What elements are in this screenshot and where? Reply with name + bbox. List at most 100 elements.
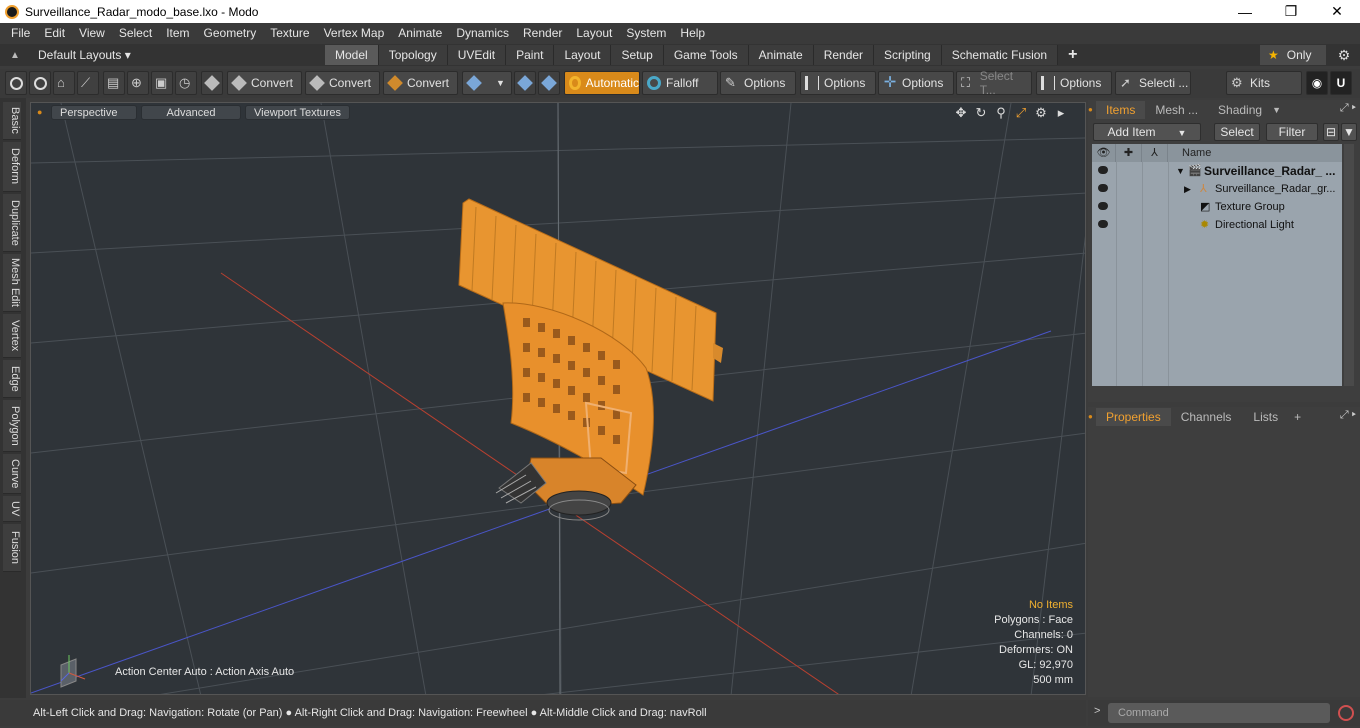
- select-through-button[interactable]: ⛶ Select T...: [956, 69, 1032, 97]
- edges-button[interactable]: ▣: [151, 71, 173, 95]
- unity-button[interactable]: ◉: [1306, 71, 1328, 95]
- falloff-button[interactable]: Falloff: [642, 71, 718, 95]
- kits-button[interactable]: ⚙ Kits: [1226, 71, 1302, 95]
- add-tab-button[interactable]: +: [1058, 45, 1087, 65]
- tab-game-tools[interactable]: Game Tools: [663, 45, 749, 65]
- menu-edit[interactable]: Edit: [37, 23, 72, 44]
- tab-properties[interactable]: Properties: [1096, 408, 1171, 426]
- tab-paint[interactable]: Paint: [506, 45, 555, 65]
- add-item-button[interactable]: Add Item ▼: [1093, 123, 1201, 141]
- tab-items[interactable]: Items: [1096, 101, 1146, 119]
- lock-column-icon[interactable]: ✚: [1116, 144, 1142, 162]
- only-toggle[interactable]: ★ Only: [1260, 45, 1326, 65]
- symmetry-2-button[interactable]: [538, 71, 560, 95]
- funnel-icon[interactable]: ▼: [1341, 123, 1357, 141]
- radar-model[interactable]: [458, 198, 723, 521]
- center-button[interactable]: ◷: [175, 71, 197, 95]
- select-vertices-button[interactable]: [5, 71, 27, 95]
- eye-icon[interactable]: [1098, 220, 1108, 228]
- menu-render[interactable]: Render: [516, 23, 569, 44]
- sidetab-duplicate[interactable]: Duplicate: [3, 194, 21, 252]
- default-layouts-dropdown[interactable]: Default Layouts ▾: [38, 48, 323, 62]
- tab-shading[interactable]: Shading: [1208, 101, 1272, 119]
- gear-icon[interactable]: ⚙: [1334, 45, 1354, 65]
- tree-row-mesh-group[interactable]: ▶ ⅄ Surveillance_Radar_gr...: [1092, 180, 1342, 198]
- unreal-button[interactable]: U: [1330, 71, 1352, 95]
- maximize-icon[interactable]: ⤢: [1011, 105, 1031, 121]
- expand-arrow-icon[interactable]: ▼: [1176, 162, 1185, 180]
- eye-icon[interactable]: [1098, 202, 1108, 210]
- viewport-canvas[interactable]: [31, 103, 1086, 695]
- options-button-4[interactable]: Options: [1036, 71, 1112, 95]
- tab-scripting[interactable]: Scripting: [874, 45, 942, 65]
- sidetab-edge[interactable]: Edge: [3, 360, 21, 398]
- tab-mesh[interactable]: Mesh ...: [1145, 101, 1208, 119]
- sidetab-uv[interactable]: UV: [3, 496, 21, 522]
- move-icon[interactable]: ✥: [951, 105, 971, 121]
- chevron-right-icon[interactable]: ▸: [1051, 105, 1071, 121]
- select-edges-button[interactable]: [29, 71, 51, 95]
- tab-channels[interactable]: Channels: [1171, 408, 1242, 426]
- tab-schematic-fusion[interactable]: Schematic Fusion: [941, 45, 1059, 65]
- zoom-icon[interactable]: ⚲: [991, 105, 1011, 121]
- select-polygons-button[interactable]: ⌂: [53, 71, 75, 95]
- sidetab-basic[interactable]: Basic: [3, 102, 21, 140]
- close-button[interactable]: ✕: [1314, 0, 1360, 23]
- command-input[interactable]: Command: [1108, 703, 1330, 723]
- shield-button[interactable]: [201, 71, 223, 95]
- expand-arrow-icon[interactable]: ▶: [1184, 180, 1191, 198]
- minimize-button[interactable]: —: [1222, 0, 1268, 23]
- panel-expand-icon[interactable]: ⤢ ▸: [1340, 409, 1356, 422]
- name-column[interactable]: Name: [1168, 144, 1342, 162]
- convert-button-2[interactable]: Convert: [305, 71, 380, 95]
- eye-icon[interactable]: [1098, 166, 1108, 174]
- tree-row-texture-group[interactable]: ◩ Texture Group: [1092, 198, 1342, 216]
- menu-system[interactable]: System: [619, 23, 673, 44]
- menu-dynamics[interactable]: Dynamics: [449, 23, 516, 44]
- menu-layout[interactable]: Layout: [569, 23, 619, 44]
- add-tab-button[interactable]: +: [1290, 408, 1305, 426]
- sidetab-polygon[interactable]: Polygon: [3, 400, 21, 452]
- tab-lists[interactable]: Lists: [1241, 408, 1290, 426]
- panel-menu-icon[interactable]: ●: [1088, 408, 1096, 426]
- select-items-button[interactable]: ⟋: [77, 71, 99, 95]
- chevron-right-icon[interactable]: >: [1094, 705, 1100, 717]
- collapse-icon[interactable]: ⊟: [1323, 123, 1339, 141]
- 3d-viewport[interactable]: ● Perspective Advanced Viewport Textures…: [30, 102, 1086, 695]
- symmetry-button[interactable]: [514, 71, 536, 95]
- pivot-button[interactable]: ⊕: [127, 71, 149, 95]
- maximize-button[interactable]: ❐: [1268, 0, 1314, 23]
- panel-expand-icon[interactable]: ⤢ ▸: [1340, 102, 1356, 115]
- visibility-column-icon[interactable]: 👁: [1092, 144, 1116, 162]
- menu-item[interactable]: Item: [159, 23, 196, 44]
- tab-animate[interactable]: Animate: [748, 45, 814, 65]
- items-scrollbar[interactable]: [1344, 144, 1354, 386]
- viewport-menu-icon[interactable]: ●: [37, 107, 47, 117]
- panel-menu-icon[interactable]: ●: [1088, 101, 1096, 119]
- menu-geometry[interactable]: Geometry: [197, 23, 264, 44]
- menu-animate[interactable]: Animate: [391, 23, 449, 44]
- filter-button[interactable]: Filter: [1266, 123, 1318, 141]
- tab-uvedit[interactable]: UVEdit: [447, 45, 507, 65]
- menu-vertex-map[interactable]: Vertex Map: [317, 23, 392, 44]
- advanced-button[interactable]: Advanced: [141, 104, 241, 120]
- convert-button-3[interactable]: Convert: [383, 71, 458, 95]
- tab-layout[interactable]: Layout: [554, 45, 612, 65]
- tab-topology[interactable]: Topology: [378, 45, 448, 65]
- menu-texture[interactable]: Texture: [263, 23, 316, 44]
- render-column-icon[interactable]: ⅄: [1142, 144, 1168, 162]
- options-button-2[interactable]: Options: [800, 71, 876, 95]
- automatic-button[interactable]: Automatic: [564, 71, 640, 95]
- record-icon[interactable]: [1338, 705, 1354, 721]
- sidetab-vertex[interactable]: Vertex: [3, 314, 21, 358]
- perspective-button[interactable]: Perspective: [51, 104, 137, 120]
- viewport-textures-button[interactable]: Viewport Textures: [245, 104, 351, 120]
- sidetab-deform[interactable]: Deform: [3, 142, 21, 192]
- collapse-arrow-icon[interactable]: ▲: [0, 50, 30, 61]
- menu-view[interactable]: View: [72, 23, 112, 44]
- menu-help[interactable]: Help: [673, 23, 712, 44]
- sidetab-mesh-edit[interactable]: Mesh Edit: [3, 254, 21, 312]
- tree-row-scene[interactable]: ▼ 🎬 Surveillance_Radar_ ...: [1092, 162, 1342, 180]
- select-button[interactable]: Select: [1214, 123, 1260, 141]
- options-button-3[interactable]: ✛ Options: [878, 71, 954, 95]
